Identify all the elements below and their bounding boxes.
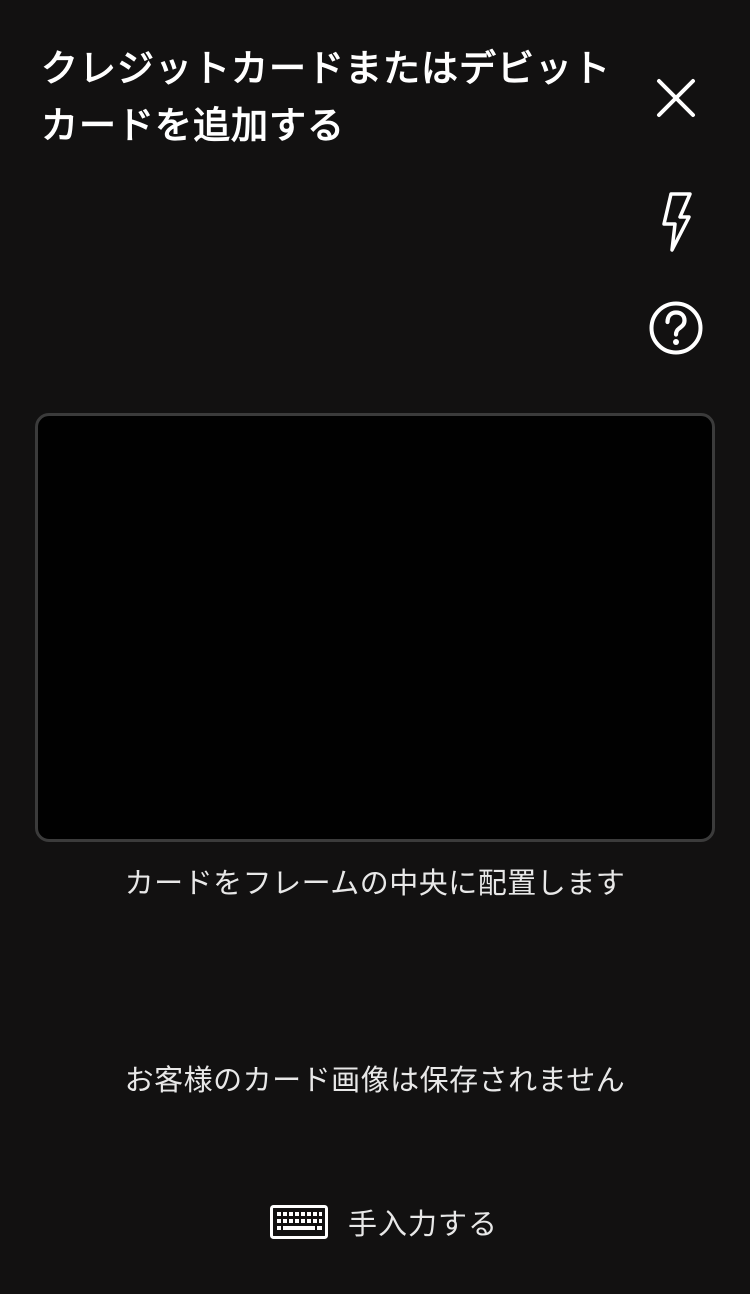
- manual-entry-button[interactable]: 手入力する: [270, 1200, 498, 1244]
- frame-instruction: カードをフレームの中央に配置します: [124, 866, 626, 900]
- flash-icon: [662, 192, 692, 252]
- card-scan-frame: [35, 413, 715, 842]
- close-button[interactable]: [644, 66, 708, 130]
- help-button[interactable]: [644, 296, 708, 360]
- card-scanner-screen: クレジットカードまたはデビットカードを追加する カードをフレームの中央に配置しま…: [0, 0, 750, 1294]
- help-icon: [649, 301, 703, 355]
- flash-toggle-button[interactable]: [648, 186, 704, 258]
- keyboard-icon: [270, 1205, 328, 1239]
- privacy-note: お客様のカード画像は保存されません: [124, 1063, 626, 1097]
- manual-entry-label: 手入力する: [348, 1207, 499, 1241]
- page-title: クレジットカードまたはデビットカードを追加する: [41, 47, 611, 147]
- close-icon: [657, 79, 695, 117]
